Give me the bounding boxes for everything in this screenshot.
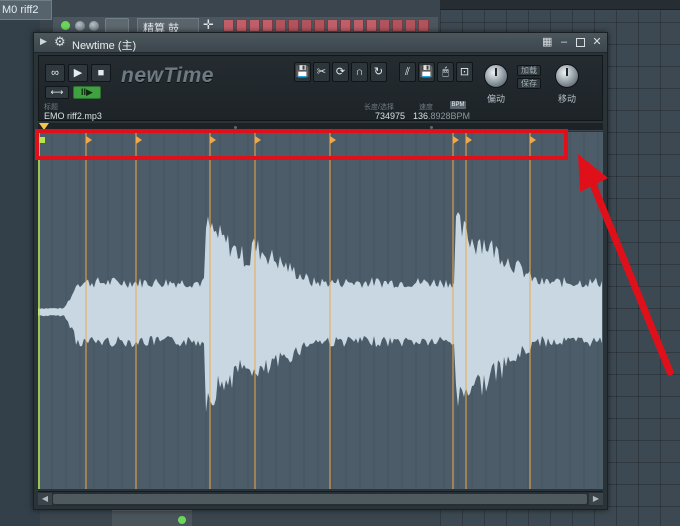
step-button[interactable] (314, 19, 325, 32)
bottom-led[interactable] (178, 516, 186, 524)
step-button[interactable] (223, 19, 234, 32)
magnet-icon[interactable]: ∩ (351, 62, 368, 82)
file-name: EMO riff2.mp3 (44, 111, 102, 121)
window-title: Newtime (主) (72, 40, 137, 52)
keyboard-icon[interactable]: ▦ (542, 35, 552, 49)
length-value: 734975 (375, 111, 406, 121)
step-button[interactable] (392, 19, 403, 32)
tempo-value: 136.8928BPM (413, 111, 471, 121)
plugin-header-panel: ∞ ▶ ■ ⟷ II▶ newTime 💾 ✂ ⟳ ∩ ↻ ⫽ 💾 🖱 ⊡ 偏动 加载 保存 … (38, 55, 603, 121)
step-button[interactable] (275, 19, 286, 32)
scrollbar-thumb[interactable] (53, 494, 587, 504)
highlight-box (35, 129, 568, 160)
step-button[interactable] (340, 19, 351, 32)
edit-tools: 💾 ✂ ⟳ ∩ ↻ (294, 62, 387, 82)
loop-button[interactable]: ∞ (45, 64, 65, 82)
playlist-header (440, 0, 680, 10)
save-button[interactable]: 保存 (517, 78, 541, 89)
offset-knob-label: 偏动 (487, 94, 506, 104)
newtime-logo: newTime (121, 64, 214, 87)
slice-tools: ⫽ 💾 🖱 ⊡ (399, 62, 473, 82)
annotation-arrow-icon (578, 154, 674, 376)
graph-editor-icon[interactable]: ✛ (203, 17, 214, 33)
waveform-display (38, 132, 602, 489)
move-knob-label: 移动 (558, 94, 577, 104)
step-button[interactable] (262, 19, 273, 32)
pan-knob[interactable] (75, 21, 85, 31)
volume-knob[interactable] (89, 21, 99, 31)
collapse-arrow-icon[interactable]: ▶ (40, 36, 47, 47)
step-button[interactable] (301, 19, 312, 32)
step-button[interactable] (288, 19, 299, 32)
save-slices-icon[interactable]: 💾 (418, 62, 435, 82)
bpm-badge[interactable]: BPM (450, 101, 466, 109)
step-button[interactable] (327, 19, 338, 32)
pointer-icon[interactable]: 🖱 (437, 62, 454, 82)
load-button[interactable]: 加载 (517, 65, 541, 76)
newtime-plugin-window: ▶ ⚙ Newtime (主) ▦ – ✕ ∞ ▶ ■ ⟷ II▶ newTim… (33, 32, 608, 510)
cut-icon[interactable]: ✂ (313, 62, 330, 82)
window-titlebar[interactable]: ▶ ⚙ Newtime (主) ▦ – ✕ (34, 33, 607, 53)
save-icon[interactable]: 💾 (294, 62, 311, 82)
step-button[interactable] (236, 19, 247, 32)
step-button[interactable] (405, 19, 416, 32)
channel-led[interactable] (61, 21, 70, 30)
slice-icon[interactable]: ⫽ (399, 62, 416, 82)
export-icon[interactable]: ⊡ (456, 62, 473, 82)
step-button[interactable] (249, 19, 260, 32)
step-button[interactable] (418, 19, 429, 32)
audio-waveform (38, 212, 602, 413)
channel-name[interactable]: 精算 鼓 (137, 18, 199, 35)
minimize-icon[interactable]: – (559, 35, 569, 49)
host-bottom-control (112, 510, 192, 526)
stop-button[interactable]: ■ (91, 64, 111, 82)
loop-region-icon[interactable]: ⟳ (332, 62, 349, 82)
step-button[interactable] (379, 19, 390, 32)
play-toggle-button[interactable]: II▶ (73, 86, 101, 99)
scroll-left-icon[interactable]: ◀ (38, 493, 52, 505)
close-icon[interactable]: ✕ (592, 35, 602, 49)
pattern-tab[interactable]: M0 riff2 (0, 0, 52, 20)
scroll-right-icon[interactable]: ▶ (589, 493, 603, 505)
refresh-icon[interactable]: ↻ (370, 62, 387, 82)
gear-icon[interactable]: ⚙ (54, 34, 66, 50)
maximize-icon[interactable] (576, 38, 585, 47)
horizontal-scrollbar[interactable]: ◀ ▶ (38, 491, 603, 506)
move-knob[interactable] (555, 64, 579, 88)
step-button[interactable] (366, 19, 377, 32)
waveform-area[interactable] (38, 132, 603, 489)
play-button[interactable]: ▶ (68, 64, 88, 82)
offset-knob[interactable] (484, 64, 508, 88)
step-sequencer (223, 19, 429, 32)
link-button[interactable]: ⟷ (45, 86, 69, 99)
mixer-track-button[interactable] (105, 18, 129, 33)
step-button[interactable] (353, 19, 364, 32)
